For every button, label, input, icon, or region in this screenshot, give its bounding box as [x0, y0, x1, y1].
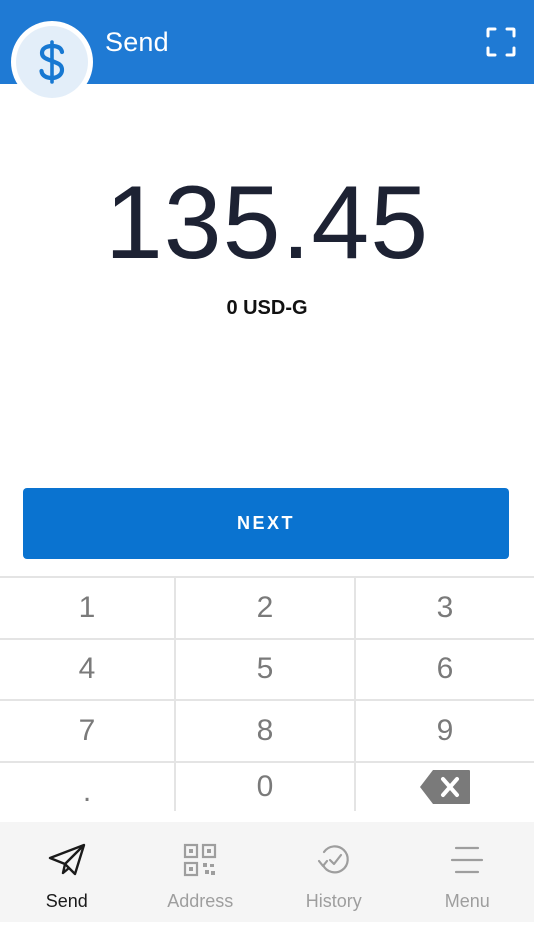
- send-icon: [48, 843, 85, 876]
- key-5[interactable]: 5: [176, 639, 356, 699]
- key-4[interactable]: 4: [0, 639, 176, 699]
- scan-button[interactable]: [483, 24, 519, 60]
- bottom-navigation: Send Address History Menu: [0, 822, 534, 922]
- dollar-icon: [39, 40, 65, 84]
- key-9[interactable]: 9: [356, 701, 534, 761]
- menu-icon: [451, 846, 484, 874]
- key-decimal[interactable]: .: [0, 762, 176, 811]
- key-1[interactable]: 1: [0, 578, 176, 638]
- nav-history[interactable]: History: [267, 822, 401, 922]
- history-icon: [317, 845, 349, 874]
- key-8[interactable]: 8: [176, 701, 356, 761]
- backspace-icon: [420, 769, 470, 804]
- amount-display: 135.45: [104, 165, 430, 281]
- key-7[interactable]: 7: [0, 701, 176, 761]
- currency-balance: 0 USD-G: [226, 297, 308, 319]
- key-6[interactable]: 6: [356, 640, 534, 700]
- nav-label: Menu: [444, 891, 490, 911]
- currency-avatar: [11, 21, 93, 103]
- key-0[interactable]: 0: [176, 762, 356, 811]
- next-button[interactable]: NEXT: [23, 488, 509, 559]
- nav-address[interactable]: Address: [134, 822, 268, 922]
- qr-code-icon: [184, 843, 217, 877]
- scan-frame-icon: [486, 27, 516, 57]
- keypad-row: 4 5 6: [0, 639, 534, 701]
- send-screen: Send 135.45 0 USD-G NEXT 1 2 3 4 5 6 7 8…: [0, 0, 534, 927]
- nav-label: Send: [45, 891, 88, 911]
- keypad-row: 1 2 3: [0, 578, 534, 640]
- page-title: Send: [105, 27, 169, 57]
- key-backspace[interactable]: [356, 763, 534, 811]
- nav-menu[interactable]: Menu: [401, 822, 534, 922]
- key-3[interactable]: 3: [356, 578, 534, 638]
- nav-label: History: [305, 891, 362, 911]
- nav-send[interactable]: Send: [0, 822, 134, 922]
- numeric-keypad: 1 2 3 4 5 6 7 8 9 . 0: [0, 576, 534, 811]
- keypad-row: 7 8 9: [0, 701, 534, 763]
- keypad-row: . 0: [0, 762, 534, 811]
- key-2[interactable]: 2: [176, 578, 356, 638]
- nav-label: Address: [167, 891, 234, 911]
